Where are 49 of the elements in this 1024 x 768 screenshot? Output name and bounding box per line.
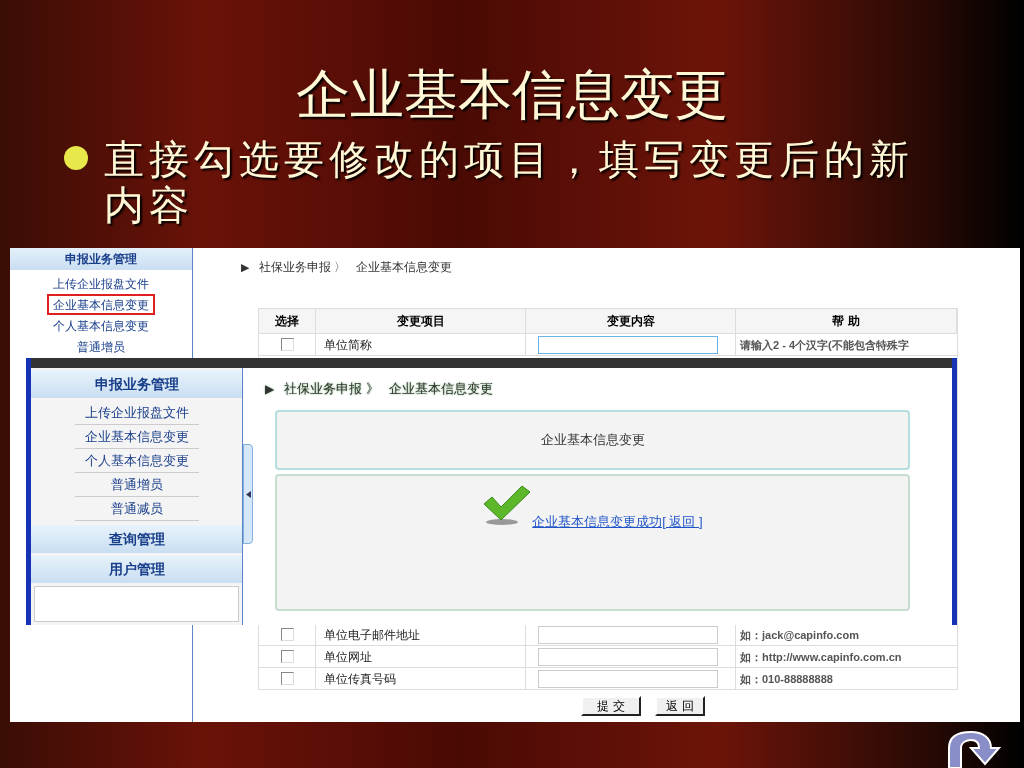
menu-item[interactable]: 上传企业报盘文件 <box>74 401 199 425</box>
checkbox[interactable] <box>280 338 294 351</box>
checkmark-icon <box>482 484 533 526</box>
collapse-handle[interactable] <box>243 444 253 544</box>
column-header: 变更内容 <box>606 313 655 330</box>
bullet-icon <box>64 146 88 170</box>
column-header: 选择 <box>275 313 299 330</box>
form-button[interactable]: 提 交 <box>581 696 641 716</box>
breadcrumb-link[interactable]: 社保业务申报 》 <box>284 379 379 399</box>
help-text: 如：010-88888888 <box>740 672 833 687</box>
menu-item[interactable]: 上传企业报盘文件 <box>47 273 155 294</box>
table-cell-text: 单位简称 <box>324 336 372 354</box>
panel-title: 企业基本信息变更 <box>540 431 645 450</box>
menu-item[interactable]: 个人基本信息变更 <box>47 315 155 336</box>
input-field[interactable] <box>538 335 718 354</box>
table-cell-text: 单位电子邮件地址 <box>324 626 420 644</box>
bullet-text: 直接勾选要修改的项目，填写变更后的新内容 <box>104 136 915 228</box>
input-field[interactable] <box>538 647 718 666</box>
help-text: 如：jack@capinfo.com <box>740 628 859 643</box>
help-text: 请输入2 - 4个汉字(不能包含特殊字 <box>740 338 909 353</box>
menu-header: 申报业务管理 <box>10 248 192 270</box>
checkbox[interactable] <box>280 650 294 663</box>
menu-header[interactable]: 申报业务管理 <box>31 370 242 398</box>
menu-item[interactable]: 企业基本信息变更 <box>74 425 199 449</box>
return-link[interactable]: 企业基本信息变更成功[ 返回 ] <box>532 512 703 532</box>
help-text: 如：http://www.capinfo.com.cn <box>740 650 902 665</box>
play-icon: ▶ <box>241 258 249 276</box>
table-cell-text: 单位网址 <box>324 648 372 666</box>
menu-item[interactable]: 企业基本信息变更 <box>47 294 155 315</box>
table-cell-text: 单位传真号码 <box>324 670 396 688</box>
breadcrumb-current: 企业基本信息变更 <box>388 380 493 399</box>
slide-title: 企业基本信息变更 <box>296 63 728 126</box>
breadcrumb-link[interactable]: 社保业务申报 〉 <box>259 258 347 276</box>
input-field[interactable] <box>538 625 718 644</box>
column-header: 帮 助 <box>832 313 860 330</box>
menu-item[interactable]: 普通增员 <box>71 336 131 357</box>
input-field[interactable] <box>538 669 718 688</box>
menu-header[interactable]: 用户管理 <box>31 555 242 583</box>
menu-item[interactable]: 普通增员 <box>74 473 199 497</box>
checkbox[interactable] <box>280 628 294 641</box>
form-button[interactable]: 返 回 <box>655 696 705 716</box>
play-icon: ▶ <box>265 380 274 398</box>
column-header: 变更项目 <box>396 313 445 330</box>
collapse-icon <box>245 490 251 498</box>
menu-item[interactable]: 普通减员 <box>74 497 199 521</box>
breadcrumb-current: 企业基本信息变更 <box>356 259 453 276</box>
menu-item[interactable]: 个人基本信息变更 <box>74 449 199 473</box>
menu-header[interactable]: 查询管理 <box>31 525 242 553</box>
checkbox[interactable] <box>280 672 294 685</box>
